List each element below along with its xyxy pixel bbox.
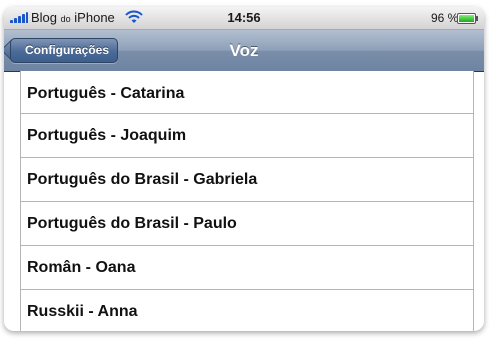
- battery-percent: 96 %: [431, 11, 459, 25]
- voice-item-roman-oana[interactable]: Român - Oana: [21, 246, 473, 290]
- voice-item-portugues-catarina[interactable]: Português - Catarina: [21, 71, 473, 114]
- status-bar: Blog do iPhone 14:56 96 %: [4, 7, 484, 30]
- voice-item-brasil-gabriela[interactable]: Português do Brasil - Gabriela: [21, 158, 473, 202]
- back-button-label: Configurações: [25, 43, 110, 57]
- voice-item-brasil-paulo[interactable]: Português do Brasil - Paulo: [21, 202, 473, 246]
- voice-item-russkii-anna[interactable]: Russkii - Anna: [21, 290, 473, 331]
- voice-item-portugues-joaquim[interactable]: Português - Joaquim: [21, 114, 473, 158]
- navigation-bar: Configurações Voz: [4, 30, 484, 72]
- back-button[interactable]: Configurações: [10, 38, 119, 63]
- phone-screen: Blog do iPhone 14:56 96 % Configurações …: [4, 7, 484, 331]
- voice-list: Português - Catarina Português - Joaquim…: [20, 71, 474, 331]
- battery-icon: [457, 13, 478, 24]
- status-time: 14:56: [227, 10, 261, 25]
